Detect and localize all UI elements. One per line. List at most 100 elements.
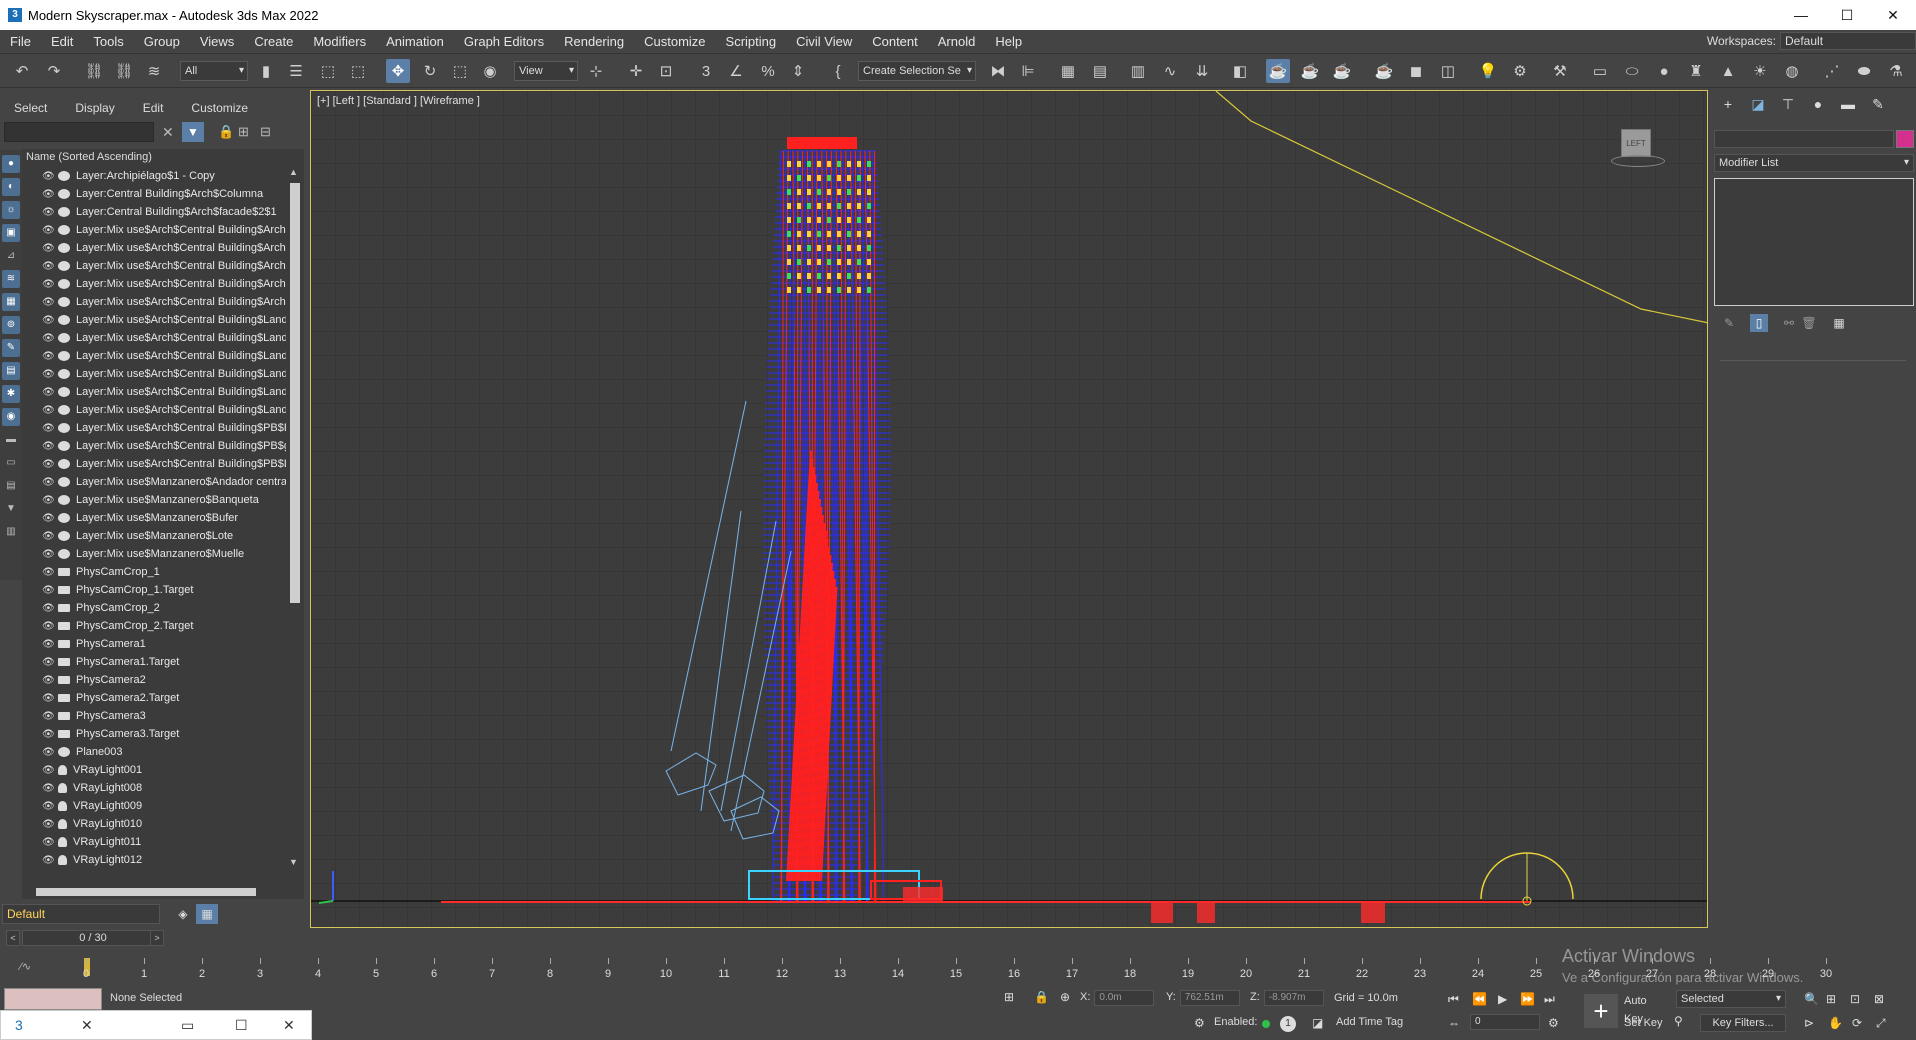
make-unique-icon[interactable]: ⚯ <box>1780 314 1798 332</box>
scene-explorer-toggle-icon[interactable]: ▦ <box>196 904 218 924</box>
visibility-eye-icon[interactable]: 👁 <box>42 207 56 218</box>
hierarchy-icon[interactable]: ⊞ <box>238 124 249 140</box>
scene-item[interactable]: 👁 PhysCamCrop_2 <box>22 599 286 617</box>
visibility-eye-icon[interactable]: 👁 <box>42 189 56 200</box>
modifier-stack[interactable] <box>1714 178 1914 306</box>
menu-customize[interactable]: Customize <box>634 34 715 49</box>
close-button[interactable]: ✕ <box>1870 0 1916 30</box>
horizontal-scrollbar[interactable] <box>22 885 304 899</box>
keyboard-shortcut-icon[interactable]: ⊡ <box>654 59 678 83</box>
filter-xrefs-icon[interactable]: ⊚ <box>2 316 20 334</box>
visibility-eye-icon[interactable]: 👁 <box>42 801 56 812</box>
visibility-eye-icon[interactable]: 👁 <box>42 441 56 452</box>
clear-search-icon[interactable]: ✕ <box>162 124 174 141</box>
menu-help[interactable]: Help <box>985 34 1032 49</box>
visibility-eye-icon[interactable]: 👁 <box>42 765 56 776</box>
viewcube-ring[interactable] <box>1611 155 1665 167</box>
select-rotate-icon[interactable]: ↻ <box>418 59 442 83</box>
select-object-icon[interactable]: ▮ <box>254 59 278 83</box>
filter-particles-icon[interactable]: ✱ <box>2 385 20 403</box>
curve-editor-icon[interactable]: ∿ <box>1158 59 1182 83</box>
pan-view-icon[interactable]: ✋ <box>1828 1016 1843 1030</box>
visibility-eye-icon[interactable]: 👁 <box>42 855 56 866</box>
visibility-eye-icon[interactable]: 👁 <box>42 729 56 740</box>
set-key-button[interactable]: Set Key <box>1624 1014 1668 1032</box>
select-manipulate-icon[interactable]: ✛ <box>624 59 648 83</box>
select-by-name-icon[interactable]: ☰ <box>284 59 308 83</box>
scene-item[interactable]: 👁 Layer:Archipiélago$1 - Copy <box>22 167 286 185</box>
filter-geometry-icon[interactable]: ● <box>2 155 20 173</box>
visibility-eye-icon[interactable]: 👁 <box>42 297 56 308</box>
3dsmax-app-icon[interactable]: 3 <box>8 8 22 22</box>
vray-plane-icon[interactable]: ⚒ <box>1548 59 1572 83</box>
remove-modifier-icon[interactable]: 🗑 <box>1800 314 1818 332</box>
next-frame-arrow[interactable]: > <box>150 930 164 946</box>
scene-search-input[interactable] <box>4 122 154 142</box>
scene-item[interactable]: 👁 Layer:Mix use$Arch$Central Building$Lan… <box>22 401 286 419</box>
scene-item[interactable]: 👁 Layer:Mix use$Arch$Central Building$Lan… <box>22 365 286 383</box>
selection-lock-icon[interactable]: 🔒 <box>1034 990 1049 1004</box>
scene-explorer-icon[interactable]: ▦ <box>1056 59 1080 83</box>
toggle-ribbon-icon[interactable]: ▥ <box>1126 59 1150 83</box>
percent-snap-icon[interactable]: % <box>756 59 780 83</box>
rendered-frame-icon[interactable]: ☕ <box>1298 59 1322 83</box>
angle-snap-icon[interactable]: ∠ <box>724 59 748 83</box>
menu-animation[interactable]: Animation <box>376 34 454 49</box>
object-color-swatch[interactable] <box>1896 130 1914 148</box>
viewport-canvas[interactable] <box>311 91 1708 928</box>
time-slider-frame[interactable]: 0 / 30 <box>22 930 164 946</box>
visibility-eye-icon[interactable]: 👁 <box>42 513 56 524</box>
visibility-eye-icon[interactable]: 👁 <box>42 171 56 182</box>
curve-editor-mini-icon[interactable]: ⁄∿ <box>20 960 31 973</box>
visibility-eye-icon[interactable]: 👁 <box>42 657 56 668</box>
vray-sun-icon[interactable]: ☀ <box>1748 59 1772 83</box>
visibility-eye-icon[interactable]: 👁 <box>42 711 56 722</box>
auto-key-button[interactable]: Auto Key <box>1624 992 1668 1025</box>
name-column-header[interactable]: Name (Sorted Ascending) <box>22 149 304 165</box>
scene-item[interactable]: 👁 PhysCamCrop_2.Target <box>22 617 286 635</box>
scene-item[interactable]: 👁 Plane003 <box>22 743 286 761</box>
scene-item[interactable]: 👁 Layer:Mix use$Manzanero$Muelle <box>22 545 286 563</box>
pin-stack-icon[interactable]: ✎ <box>1720 314 1738 332</box>
scene-item[interactable]: 👁 PhysCamera3 <box>22 707 286 725</box>
visibility-eye-icon[interactable]: 👁 <box>42 531 56 542</box>
taskbar-maximize-icon[interactable]: ☐ <box>235 1017 248 1034</box>
menu-file[interactable]: File <box>0 34 41 49</box>
filter-hidden-icon[interactable]: ▭ <box>2 454 20 472</box>
vray-proxy-icon[interactable]: ▭ <box>1588 59 1612 83</box>
visibility-eye-icon[interactable]: 👁 <box>42 405 56 416</box>
zoom-extents-icon[interactable]: ⊡ <box>1850 992 1860 1006</box>
taskbar-window-icon[interactable]: ▭ <box>181 1017 194 1034</box>
scene-item[interactable]: 👁 Layer:Mix use$Arch$Central Building$PB$… <box>22 419 286 437</box>
select-scale-icon[interactable]: ⬚ <box>448 59 472 83</box>
maximize-button[interactable]: ☐ <box>1824 0 1870 30</box>
absolute-mode-icon[interactable]: ⊕ <box>1060 990 1070 1004</box>
vray-sphere-icon[interactable]: ● <box>1652 59 1676 83</box>
menu-graph-editors[interactable]: Graph Editors <box>454 34 554 49</box>
visibility-eye-icon[interactable]: 👁 <box>42 495 56 506</box>
render-production-icon[interactable]: ☕ <box>1330 59 1354 83</box>
vray-frame-buffer-icon[interactable]: ◼ <box>1404 59 1428 83</box>
object-name-field[interactable] <box>1714 130 1894 148</box>
scene-item[interactable]: 👁 VRayLight010 <box>22 815 286 833</box>
vray-dome-icon[interactable]: ◍ <box>1780 59 1804 83</box>
menu-group[interactable]: Group <box>134 34 190 49</box>
configure-sets-icon[interactable]: ▦ <box>1830 314 1848 332</box>
unlink-icon[interactable]: ⛓ <box>112 59 136 83</box>
next-frame-icon[interactable]: ⏩ <box>1520 992 1535 1006</box>
vray-render-icon[interactable]: ☕ <box>1372 59 1396 83</box>
vray-light-icon[interactable]: ▲ <box>1716 59 1740 83</box>
menu-civil-view[interactable]: Civil View <box>786 34 862 49</box>
menu-create[interactable]: Create <box>244 34 303 49</box>
utilities-tab-icon[interactable]: ✎ <box>1868 94 1888 114</box>
visibility-eye-icon[interactable]: 👁 <box>42 585 56 596</box>
scene-item[interactable]: 👁 PhysCamera2 <box>22 671 286 689</box>
zoom-all-icon[interactable]: ⊞ <box>1826 992 1836 1006</box>
vray-toggle-icon[interactable]: ◫ <box>1436 59 1460 83</box>
maximize-viewport-icon[interactable]: ⤢ <box>1876 1016 1886 1031</box>
tab-select[interactable]: Select <box>0 97 61 119</box>
align-icon[interactable]: ⊫ <box>1016 59 1040 83</box>
scroll-up-icon[interactable]: ▲ <box>289 167 298 177</box>
pivot-center-icon[interactable]: ⊹ <box>584 59 608 83</box>
visibility-eye-icon[interactable]: 👁 <box>42 567 56 578</box>
